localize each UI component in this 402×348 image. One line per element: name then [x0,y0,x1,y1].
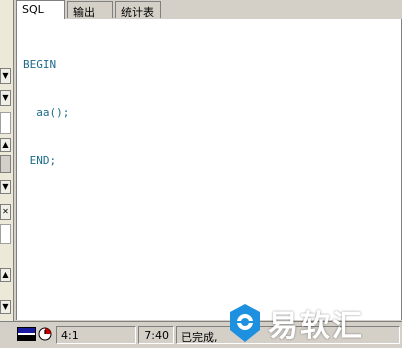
watermark: 易软汇 [228,299,398,347]
code-line: BEGIN [23,58,57,71]
input-field-edge[interactable] [0,112,11,134]
cursor-position: 4:1 [56,326,136,344]
scroll-down-icon[interactable]: ▼ [0,180,11,194]
close-icon[interactable]: ✕ [0,204,11,220]
code-line: aa(); [23,106,70,119]
dropdown-arrow-icon[interactable]: ▼ [0,68,11,84]
tab-output[interactable]: 输出 [67,1,113,19]
left-panel-edge: ▼ ▼ ▲ ▼ ✕ ▲ ▼ [0,0,14,322]
scrollbar-thumb[interactable] [0,155,11,173]
scroll-up-icon[interactable]: ▲ [0,138,11,152]
tab-bar: SQL 输出 统计表 [16,0,402,20]
code-block: BEGIN aa(); END; [23,25,69,201]
sql-editor[interactable]: BEGIN aa(); END; [16,19,402,320]
scroll-up-icon[interactable]: ▲ [0,268,11,282]
language-flag-icon [17,327,36,341]
dropdown-arrow-icon[interactable]: ▼ [0,90,11,106]
code-line: END; [23,154,57,167]
clock-icon [38,327,52,341]
elapsed-time: 7:40 [138,326,174,344]
scroll-down-icon[interactable]: ▼ [0,300,11,314]
tab-statistics[interactable]: 统计表 [115,1,161,19]
watermark-text: 易软汇 [268,309,364,344]
tab-sql[interactable]: SQL [16,0,65,19]
brand-logo-icon [230,304,260,342]
list-edge [0,224,11,244]
